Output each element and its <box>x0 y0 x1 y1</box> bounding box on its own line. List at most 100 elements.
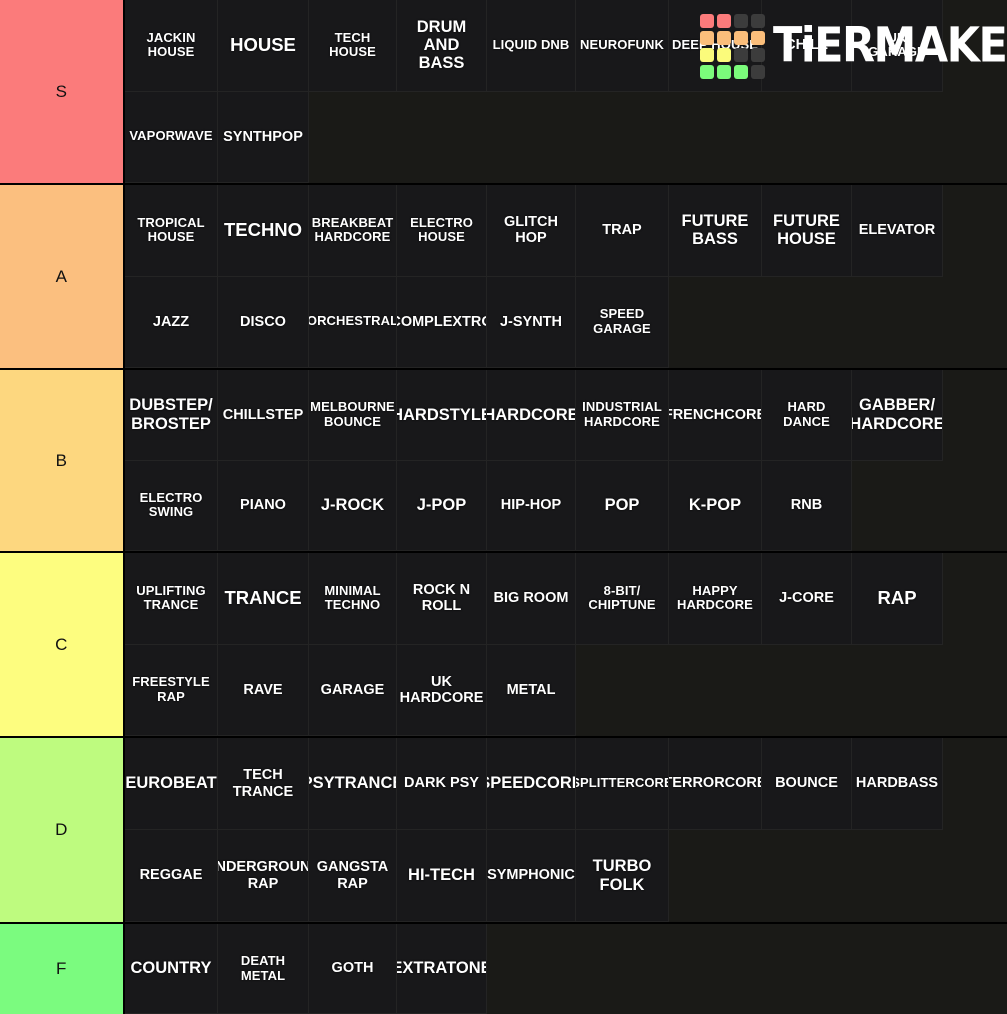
empty-slot-area[interactable] <box>487 924 1007 1014</box>
tier-item[interactable]: DRUM AND BASS <box>397 0 487 92</box>
tier-item[interactable]: SYMPHONIC <box>487 830 576 922</box>
tier-item[interactable]: SPLITTERCORE <box>576 738 669 830</box>
tier-item[interactable]: LIQUID DNB <box>487 0 576 92</box>
tier-item[interactable]: FUTURE BASS <box>669 185 762 277</box>
empty-slot-area[interactable] <box>669 830 1007 922</box>
tier-item[interactable]: SPEED GARAGE <box>576 276 669 368</box>
tier-item[interactable]: HARD DANCE <box>762 370 852 461</box>
tier-item[interactable]: K-POP <box>669 460 762 551</box>
tier-item[interactable]: HARDSTYLE <box>397 370 487 461</box>
tier-item[interactable]: GARAGE <box>309 644 397 736</box>
tier-item[interactable]: TROPICAL HOUSE <box>125 185 218 277</box>
empty-slot-area[interactable] <box>669 276 1007 368</box>
empty-slot-area[interactable] <box>943 553 1007 645</box>
tier-item[interactable]: DARK PSY <box>397 738 487 830</box>
tier-item[interactable]: J-SYNTH <box>487 276 576 368</box>
tier-label-b[interactable]: B <box>0 370 125 551</box>
tier-item[interactable]: POP <box>576 460 669 551</box>
tier-body-f: COUNTRYDEATH METALGOTHEXTRATONE <box>125 924 1007 1014</box>
tier-item[interactable]: SPEEDCORE <box>487 738 576 830</box>
tier-row-d: DEUROBEATTECH TRANCEPSYTRANCEDARK PSYSPE… <box>0 738 1007 924</box>
tier-item[interactable]: FREESTYLE RAP <box>125 644 218 736</box>
tier-item[interactable]: BOUNCE <box>762 738 852 830</box>
tier-item[interactable]: GABBER/ HARDCORE <box>852 370 943 461</box>
tier-item[interactable]: CHILL <box>762 0 852 92</box>
tier-item[interactable]: HOUSE <box>218 0 309 92</box>
tier-item[interactable]: TRANCE <box>218 553 309 645</box>
tier-row-b: B DUBSTEP/ BROSTEP CHILLSTEP MELBOURNE BOUN… <box>0 370 1007 553</box>
tier-item[interactable]: DEATH METAL <box>218 924 309 1014</box>
empty-slot-area[interactable] <box>576 644 1007 736</box>
tier-item[interactable]: JACKIN HOUSE <box>125 0 218 92</box>
tier-item[interactable]: J-POP <box>397 460 487 551</box>
empty-slot-area[interactable] <box>943 738 1007 830</box>
tier-item[interactable]: HARDCORE <box>487 370 576 461</box>
tier-item[interactable]: ELECTRO SWING <box>125 460 218 551</box>
tier-item[interactable]: HAPPY HARDCORE <box>669 553 762 645</box>
tier-item[interactable]: UK HARDCORE <box>397 644 487 736</box>
tier-item[interactable]: METAL <box>487 644 576 736</box>
tier-item[interactable]: GANGSTA RAP <box>309 830 397 922</box>
tier-item[interactable]: ELECTRO HOUSE <box>397 185 487 277</box>
tier-item[interactable]: VAPORWAVE <box>125 91 218 183</box>
tier-item[interactable]: TURBO FOLK <box>576 830 669 922</box>
tier-item[interactable]: PSYTRANCE <box>309 738 397 830</box>
tier-item[interactable]: MINIMAL TECHNO <box>309 553 397 645</box>
tier-item[interactable]: DEEP HOUSE <box>669 0 762 92</box>
tier-item[interactable]: JAZZ <box>125 276 218 368</box>
tier-item[interactable]: MELBOURNE BOUNCE <box>309 370 397 461</box>
tier-item[interactable]: NEUROFUNK <box>576 0 669 92</box>
tier-item[interactable]: INDUSTRIAL HARDCORE <box>576 370 669 461</box>
tier-body-s: JACKIN HOUSE HOUSE TECH HOUSE DRUM AND BASS… <box>125 0 1007 183</box>
tier-item[interactable]: UPLIFTING TRANCE <box>125 553 218 645</box>
tier-item[interactable]: COMPLEXTRO <box>397 276 487 368</box>
tier-label-c[interactable]: C <box>0 553 125 736</box>
tier-item[interactable]: J-CORE <box>762 553 852 645</box>
tier-item[interactable]: GLITCH HOP <box>487 185 576 277</box>
tier-item[interactable]: HIP-HOP <box>487 460 576 551</box>
empty-slot-area[interactable] <box>309 91 1007 183</box>
empty-slot-area[interactable] <box>852 460 1007 551</box>
tier-item[interactable]: TERRORCORE <box>669 738 762 830</box>
tier-item[interactable]: TRAP <box>576 185 669 277</box>
tier-item[interactable]: ORCHESTRAL <box>309 276 397 368</box>
tier-item[interactable]: TECH HOUSE <box>309 0 397 92</box>
empty-slot-area[interactable] <box>943 185 1007 277</box>
tier-item[interactable]: UK GARAGE <box>852 0 943 92</box>
tier-label-a[interactable]: A <box>0 185 125 368</box>
tier-item[interactable]: 8-BIT/ CHIPTUNE <box>576 553 669 645</box>
tier-body-a: TROPICAL HOUSE TECHNO BREAKBEAT HARDCORE EL… <box>125 185 1007 368</box>
tier-item[interactable]: EXTRATONE <box>397 924 487 1014</box>
tier-item[interactable]: TECH TRANCE <box>218 738 309 830</box>
tier-item[interactable]: FUTURE HOUSE <box>762 185 852 277</box>
empty-slot-area[interactable] <box>943 370 1007 461</box>
tier-item[interactable]: REGGAE <box>125 830 218 922</box>
tier-item[interactable]: ROCK N ROLL <box>397 553 487 645</box>
tier-item[interactable]: RAP <box>852 553 943 645</box>
tier-line: JACKIN HOUSE HOUSE TECH HOUSE DRUM AND BASS… <box>125 0 1007 92</box>
tier-item[interactable]: HI-TECH <box>397 830 487 922</box>
tier-item[interactable]: UNDERGROUND RAP <box>218 830 309 922</box>
tier-item[interactable]: PIANO <box>218 460 309 551</box>
tier-item[interactable]: BREAKBEAT HARDCORE <box>309 185 397 277</box>
tier-item[interactable]: HARDBASS <box>852 738 943 830</box>
tier-line: REGGAEUNDERGROUND RAPGANGSTA RAPHI-TECHS… <box>125 830 1007 922</box>
tier-item[interactable]: CHILLSTEP <box>218 370 309 461</box>
tier-item[interactable]: RAVE <box>218 644 309 736</box>
tier-item[interactable]: BIG ROOM <box>487 553 576 645</box>
tier-label-f[interactable]: F <box>0 924 125 1014</box>
tier-item[interactable]: J-ROCK <box>309 460 397 551</box>
tier-label-d[interactable]: D <box>0 738 125 922</box>
tier-item[interactable]: ELEVATOR <box>852 185 943 277</box>
tier-item[interactable]: SYNTHPOP <box>218 91 309 183</box>
empty-slot-area[interactable] <box>943 0 1007 92</box>
tier-item[interactable]: COUNTRY <box>125 924 218 1014</box>
tier-item[interactable]: TECHNO <box>218 185 309 277</box>
tier-item[interactable]: FRENCHCORE <box>669 370 762 461</box>
tier-item[interactable]: EUROBEAT <box>125 738 218 830</box>
tier-item[interactable]: DUBSTEP/ BROSTEP <box>125 370 218 461</box>
tier-item[interactable]: RNB <box>762 460 852 551</box>
tier-item[interactable]: DISCO <box>218 276 309 368</box>
tier-item[interactable]: GOTH <box>309 924 397 1014</box>
tier-label-s[interactable]: S <box>0 0 125 183</box>
